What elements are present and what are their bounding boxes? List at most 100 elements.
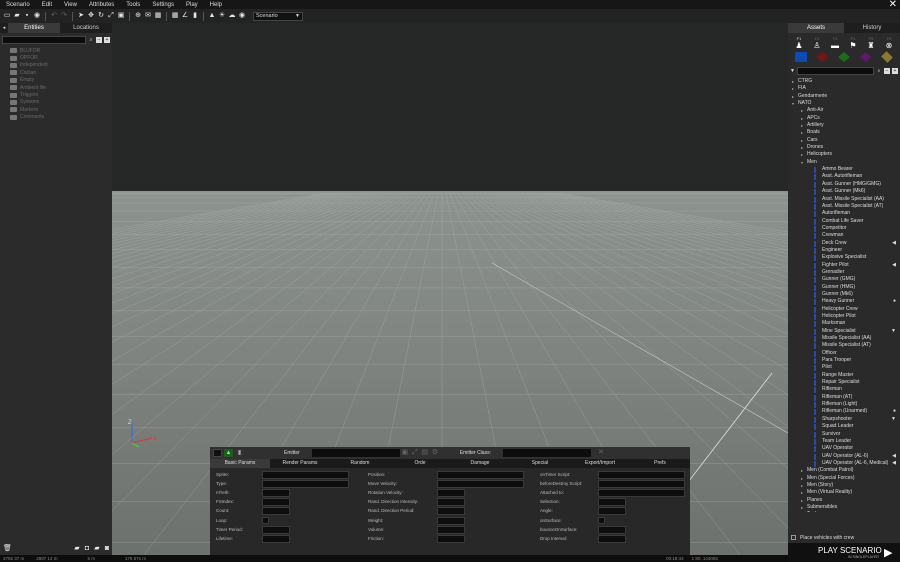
asset-tree-item[interactable]: ▸ Artillery [788, 122, 900, 129]
chevron-right-icon[interactable]: ▸ [801, 497, 803, 504]
emitter-tab-special[interactable]: Special [510, 459, 570, 468]
asset-tree-item[interactable]: Rifleman [788, 386, 900, 394]
redo-icon[interactable]: ↷ [60, 12, 68, 20]
chevron-right-icon[interactable]: ▸ [801, 107, 803, 114]
emitter-field-input[interactable] [437, 480, 524, 489]
copy-icon[interactable]: ▣ [401, 449, 409, 457]
vehicle-icon[interactable]: F3 ▬ [831, 37, 840, 51]
entity-folder[interactable]: Systems [0, 99, 112, 106]
module-icon[interactable]: F5 ♜ [867, 37, 876, 51]
sun-icon[interactable]: ☀ [218, 12, 226, 20]
entity-folder[interactable]: Empty [0, 77, 112, 84]
man-icon[interactable]: F1 ♟ [795, 37, 804, 51]
emitter-field-input[interactable] [437, 489, 465, 498]
emitter-field-input[interactable] [437, 507, 465, 516]
folder-icon[interactable]: ▰ [93, 545, 101, 553]
chevron-down-icon[interactable]: ▾ [792, 100, 794, 107]
chevron-right-icon[interactable]: ▸ [801, 122, 803, 129]
entity-folder[interactable]: OPFOR [0, 54, 112, 61]
grid-icon[interactable]: ▦ [171, 12, 179, 20]
pin-icon[interactable]: ✕ [597, 449, 605, 457]
entity-folder[interactable]: Comments [0, 114, 112, 121]
place-with-crew-checkbox[interactable] [791, 535, 796, 540]
emitter-tab-orde[interactable]: Orde [390, 459, 450, 468]
emitter-field-input[interactable] [437, 516, 465, 525]
chevron-right-icon[interactable]: ▸ [801, 511, 803, 512]
collapse-all-icon[interactable]: − [96, 36, 102, 43]
asset-tree-item[interactable]: ▸ CTRG [788, 78, 900, 85]
group-icon[interactable]: F2 ♙ [813, 37, 822, 51]
emitter-tab-random[interactable]: Random [330, 459, 390, 468]
asset-tree-item[interactable]: Squad Leader [788, 423, 900, 431]
emitter-preview-box[interactable] [213, 449, 222, 457]
asset-tree-item[interactable]: Gunner (GMG) [788, 276, 900, 284]
side-civilian-button[interactable] [859, 52, 872, 62]
new-file-icon[interactable]: ▭ [3, 12, 11, 20]
asset-tree-item[interactable]: Pilot [788, 364, 900, 372]
place-with-crew-row[interactable]: Place vehicles with crew [788, 532, 900, 543]
chevron-right-icon[interactable]: ▸ [801, 144, 803, 151]
asset-tree-item[interactable]: ▾ Men [788, 159, 900, 166]
asset-tree-item[interactable]: Missile Specialist (AA) [788, 335, 900, 343]
expand-icon[interactable]: ⤢ [411, 449, 419, 457]
tab-history[interactable]: History [844, 23, 900, 33]
menu-item-settings[interactable]: Settings [152, 2, 174, 8]
emitter-add-icon[interactable]: ▲ [224, 449, 233, 457]
asset-tree-item[interactable]: Rifleman (Light) [788, 401, 900, 409]
asset-tree-item[interactable]: ▸ Men (Story) [788, 482, 900, 489]
search-icon[interactable]: ⌕ [88, 37, 94, 43]
emitter-field-input[interactable] [262, 480, 349, 489]
emitter-field-input[interactable] [437, 534, 465, 543]
chevron-right-icon[interactable]: ▸ [792, 85, 794, 92]
emitter-field-input[interactable] [262, 534, 290, 543]
side-opfor-button[interactable] [816, 52, 829, 62]
menu-item-attributes[interactable]: Attributes [89, 2, 114, 8]
asset-tree-item[interactable]: Fighter Pilot ◀ [788, 262, 900, 269]
asset-tree-item[interactable]: ▸ Drones [788, 144, 900, 151]
asset-tree-item[interactable]: Repair Specialist [788, 379, 900, 387]
chevron-right-icon[interactable]: ▸ [801, 467, 803, 474]
area-icon[interactable]: ▣ [117, 12, 125, 20]
asset-tree-item[interactable]: ▸ Cars [788, 137, 900, 144]
emitter-field-input[interactable] [598, 498, 626, 507]
select-cursor-icon[interactable]: ➤ [77, 12, 85, 20]
asset-tree-item[interactable]: ▸ Men (Virtual Reality) [788, 489, 900, 496]
chevron-down-icon[interactable]: ▾ [801, 159, 803, 166]
asset-tree-item[interactable]: Gunner (Mk6) [788, 291, 900, 298]
asset-tree-item[interactable]: Heavy Gunner ● [788, 298, 900, 306]
asset-tree-item[interactable]: ▸ Men (Special Forces) [788, 475, 900, 482]
eye-icon[interactable]: ◉ [238, 12, 246, 20]
weather-icon[interactable]: ☁ [228, 12, 236, 20]
filter-dropdown-icon[interactable]: ▼ [790, 68, 795, 74]
settings-icon[interactable]: ⚙ [431, 449, 439, 457]
export-icon[interactable]: ▤ [421, 449, 429, 457]
emitter-field-input[interactable] [262, 471, 349, 479]
asset-tree-item[interactable]: Crewman [788, 232, 900, 240]
asset-tree-item[interactable]: Para Trooper [788, 357, 900, 365]
asset-tree-item[interactable]: Grenadier [788, 269, 900, 276]
entity-folder[interactable]: Triggers [0, 91, 112, 98]
save-icon[interactable]: ▪ [23, 12, 31, 20]
asset-tree-item[interactable]: Rifleman (Unarmed) ● [788, 408, 900, 416]
entity-folder[interactable]: Ambient life [0, 84, 112, 91]
emitter-tab-prefs[interactable]: Prefs [630, 459, 690, 468]
collapse-left-icon[interactable]: ◂ [0, 23, 8, 33]
emitter-field-input[interactable] [437, 498, 465, 507]
emitter-field-input[interactable] [437, 525, 465, 534]
menu-item-view[interactable]: View [64, 2, 77, 8]
tab-entities[interactable]: Entities [8, 23, 60, 33]
emitter-tab-render-params[interactable]: Render Params [270, 459, 330, 468]
new-folder-icon[interactable]: ▰ [73, 545, 81, 553]
chevron-right-icon[interactable]: ▸ [801, 129, 803, 136]
chevron-right-icon[interactable]: ▸ [801, 482, 803, 489]
scale-icon[interactable]: ⤢ [107, 12, 115, 20]
entities-search-input[interactable] [2, 35, 86, 44]
entity-folder[interactable]: Civilian [0, 69, 112, 76]
emitter-field-input[interactable] [262, 507, 290, 516]
asset-tree-item[interactable]: ▸ Helicopters [788, 151, 900, 158]
emitter-field-input[interactable] [598, 507, 626, 516]
asset-tree-item[interactable]: Asst. Gunner (HMG/GMG) [788, 181, 900, 188]
asset-tree-item[interactable]: Competitor [788, 225, 900, 232]
asset-tree-item[interactable]: ▸ Men (Combat Patrol) [788, 467, 900, 474]
target-icon[interactable]: ⊕ [134, 12, 142, 20]
